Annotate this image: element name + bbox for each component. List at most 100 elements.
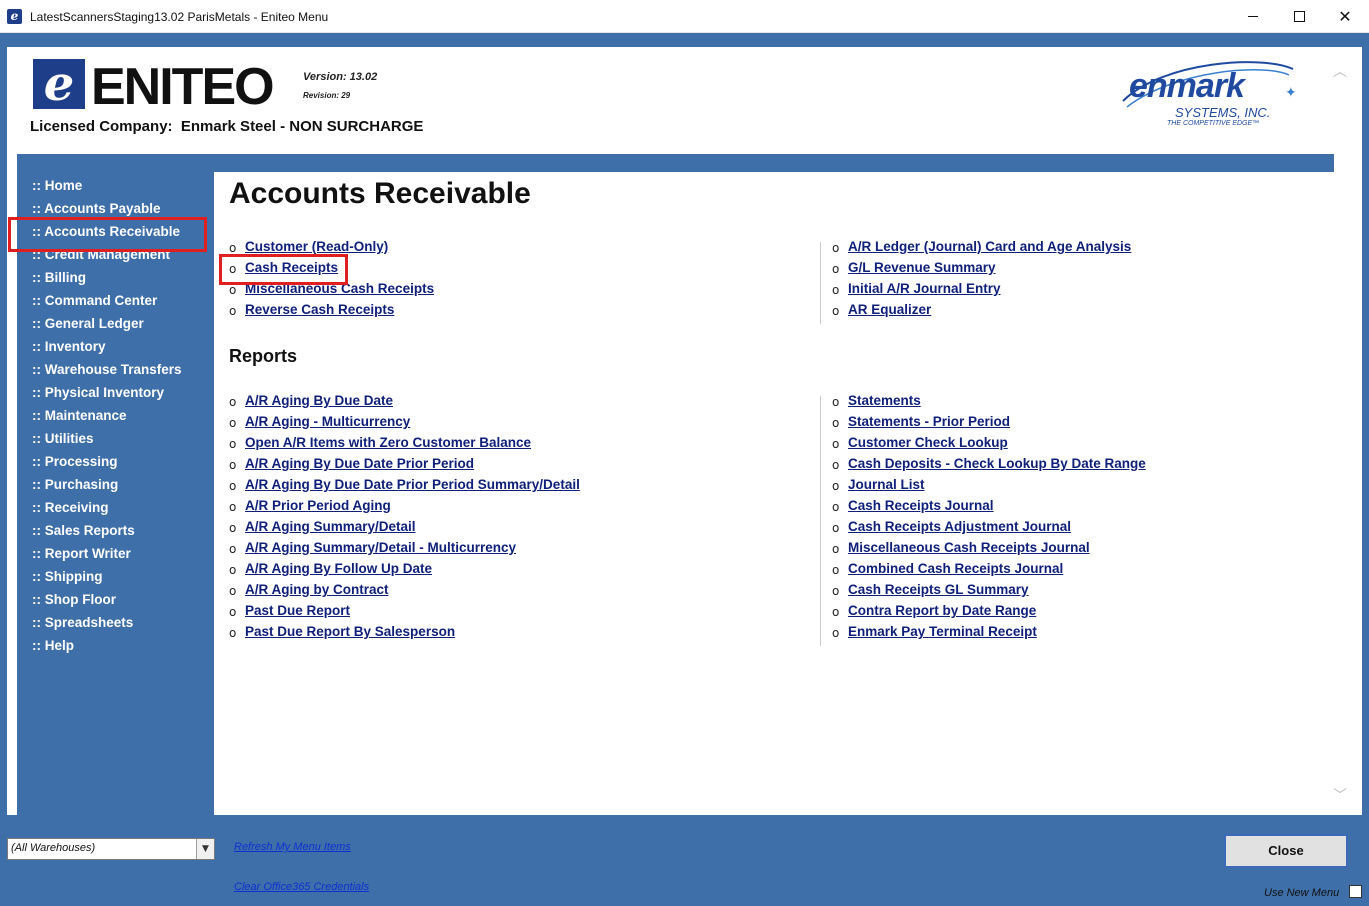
bullet-icon: o bbox=[832, 262, 840, 276]
sidebar-item-physical-inventory[interactable]: :: Physical Inventory bbox=[32, 385, 164, 400]
sidebar-item-inventory[interactable]: :: Inventory bbox=[32, 339, 106, 354]
bullet-icon: o bbox=[229, 283, 237, 297]
bullet-icon: o bbox=[229, 241, 237, 255]
report-link[interactable]: A/R Aging - Multicurrency bbox=[245, 414, 410, 429]
bullet-icon: o bbox=[832, 458, 840, 472]
bullet-icon: o bbox=[229, 626, 237, 640]
report-link[interactable]: Cash Deposits - Check Lookup By Date Ran… bbox=[848, 456, 1146, 471]
minimize-button[interactable] bbox=[1230, 0, 1276, 33]
column-divider bbox=[820, 396, 821, 646]
bullet-icon: o bbox=[229, 500, 237, 514]
sidebar-item-warehouse-transfers[interactable]: :: Warehouse Transfers bbox=[32, 362, 182, 377]
sidebar-item-billing[interactable]: :: Billing bbox=[32, 270, 86, 285]
use-new-menu-checkbox[interactable] bbox=[1349, 885, 1362, 898]
report-link[interactable]: A/R Aging by Contract bbox=[245, 582, 389, 597]
sidebar-item-purchasing[interactable]: :: Purchasing bbox=[32, 477, 118, 492]
bullet-icon: o bbox=[229, 437, 237, 451]
bullet-icon: o bbox=[229, 542, 237, 556]
sidebar-item-shop-floor[interactable]: :: Shop Floor bbox=[32, 592, 116, 607]
bullet-icon: o bbox=[832, 395, 840, 409]
bullet-icon: o bbox=[832, 479, 840, 493]
bullet-icon: o bbox=[229, 395, 237, 409]
report-link[interactable]: Cash Receipts GL Summary bbox=[848, 582, 1029, 597]
sidebar-item-processing[interactable]: :: Processing bbox=[32, 454, 118, 469]
bullet-icon: o bbox=[832, 542, 840, 556]
scroll-down-icon[interactable]: ﹀ bbox=[1333, 785, 1347, 805]
licensed-company-label: Licensed Company: Enmark Steel - NON SUR… bbox=[30, 118, 424, 135]
report-link[interactable]: Statements - Prior Period bbox=[848, 414, 1010, 429]
scroll-up-icon[interactable]: ︿ bbox=[1333, 61, 1347, 81]
eniteo-logo-icon: e bbox=[33, 59, 85, 109]
report-link[interactable]: Miscellaneous Cash Receipts Journal bbox=[848, 540, 1090, 555]
report-link[interactable]: Customer Check Lookup bbox=[848, 435, 1008, 450]
enmark-brand-sub: SYSTEMS, INC. bbox=[1175, 105, 1271, 120]
bullet-icon: o bbox=[229, 304, 237, 318]
link-initial-ar-journal-entry[interactable]: Initial A/R Journal Entry bbox=[848, 281, 1001, 296]
bullet-icon: o bbox=[229, 521, 237, 535]
sidebar-item-shipping[interactable]: :: Shipping bbox=[32, 569, 102, 584]
main-content: Accounts Receivable o Customer (Read-Onl… bbox=[214, 172, 1334, 815]
sidebar-item-sales-reports[interactable]: :: Sales Reports bbox=[32, 523, 135, 538]
report-link[interactable]: Statements bbox=[848, 393, 921, 408]
sidebar-item-report-writer[interactable]: :: Report Writer bbox=[32, 546, 131, 561]
bullet-icon: o bbox=[832, 437, 840, 451]
chevron-down-icon[interactable]: ▼ bbox=[196, 839, 214, 859]
sidebar-item-command-center[interactable]: :: Command Center bbox=[32, 293, 157, 308]
report-link[interactable]: Past Due Report bbox=[245, 603, 350, 618]
bullet-icon: o bbox=[229, 605, 237, 619]
selected-link-highlight bbox=[219, 254, 348, 285]
enmark-tagline: THE COMPETITIVE EDGE™ bbox=[1167, 120, 1260, 127]
sidebar-item-spreadsheets[interactable]: :: Spreadsheets bbox=[32, 615, 133, 630]
report-link[interactable]: A/R Aging Summary/Detail - Multicurrency bbox=[245, 540, 516, 555]
report-link[interactable]: A/R Aging By Due Date Prior Period Summa… bbox=[245, 477, 580, 492]
sidebar-item-home[interactable]: :: Home bbox=[32, 178, 82, 193]
bullet-icon: o bbox=[229, 584, 237, 598]
link-customer-read-only[interactable]: Customer (Read-Only) bbox=[245, 239, 388, 254]
bullet-icon: o bbox=[229, 458, 237, 472]
refresh-menu-link[interactable]: Refresh My Menu Items bbox=[234, 841, 351, 853]
sidebar-item-maintenance[interactable]: :: Maintenance bbox=[32, 408, 127, 423]
report-link[interactable]: A/R Aging By Due Date Prior Period bbox=[245, 456, 474, 471]
report-link[interactable]: Enmark Pay Terminal Receipt bbox=[848, 624, 1037, 639]
report-link[interactable]: Cash Receipts Adjustment Journal bbox=[848, 519, 1071, 534]
bullet-icon: o bbox=[832, 521, 840, 535]
link-ar-ledger-card[interactable]: A/R Ledger (Journal) Card and Age Analys… bbox=[848, 239, 1131, 254]
sidebar-item-general-ledger[interactable]: :: General Ledger bbox=[32, 316, 144, 331]
reports-heading: Reports bbox=[229, 346, 298, 366]
content-panel: e ENITEO Version: 13.02 Revision: 29 Lic… bbox=[7, 47, 1362, 815]
warehouse-select[interactable]: (All Warehouses) ▼ bbox=[7, 838, 215, 860]
report-link[interactable]: A/R Aging By Due Date bbox=[245, 393, 393, 408]
window-close-button[interactable]: ✕ bbox=[1322, 0, 1368, 33]
close-button[interactable]: Close bbox=[1224, 834, 1348, 868]
report-link[interactable]: Past Due Report By Salesperson bbox=[245, 624, 455, 639]
sidebar-item-accounts-payable[interactable]: :: Accounts Payable bbox=[32, 201, 161, 216]
report-link[interactable]: Contra Report by Date Range bbox=[848, 603, 1036, 618]
link-reverse-cash-receipts[interactable]: Reverse Cash Receipts bbox=[245, 302, 394, 317]
report-link[interactable]: A/R Aging Summary/Detail bbox=[245, 519, 416, 534]
svg-text:✦: ✦ bbox=[1285, 85, 1297, 101]
sidebar-item-receiving[interactable]: :: Receiving bbox=[32, 500, 109, 515]
report-link[interactable]: A/R Aging By Follow Up Date bbox=[245, 561, 432, 576]
report-link[interactable]: Combined Cash Receipts Journal bbox=[848, 561, 1063, 576]
warehouse-select-value: (All Warehouses) bbox=[11, 842, 96, 854]
enmark-logo: ✦ enmark SYSTEMS, INC. THE COMPETITIVE E… bbox=[1113, 57, 1303, 137]
window-titlebar: e LatestScannersStaging13.02 ParisMetals… bbox=[0, 0, 1369, 33]
bullet-icon: o bbox=[832, 563, 840, 577]
version-label: Version: 13.02 bbox=[303, 71, 378, 83]
selected-nav-highlight bbox=[8, 217, 207, 252]
maximize-button[interactable] bbox=[1276, 0, 1322, 33]
report-link[interactable]: A/R Prior Period Aging bbox=[245, 498, 391, 513]
bullet-icon: o bbox=[832, 500, 840, 514]
bullet-icon: o bbox=[832, 626, 840, 640]
link-ar-equalizer[interactable]: AR Equalizer bbox=[848, 302, 931, 317]
sidebar-item-help[interactable]: :: Help bbox=[32, 638, 74, 653]
report-link[interactable]: Cash Receipts Journal bbox=[848, 498, 994, 513]
report-link[interactable]: Journal List bbox=[848, 477, 925, 492]
link-gl-revenue-summary[interactable]: G/L Revenue Summary bbox=[848, 260, 996, 275]
sidebar-item-utilities[interactable]: :: Utilities bbox=[32, 431, 94, 446]
app-icon: e bbox=[7, 9, 22, 24]
clear-office365-credentials-link[interactable]: Clear Office365 Credentials bbox=[234, 881, 369, 893]
report-link[interactable]: Open A/R Items with Zero Customer Balanc… bbox=[245, 435, 531, 450]
bullet-icon: o bbox=[832, 283, 840, 297]
bullet-icon: o bbox=[832, 416, 840, 430]
